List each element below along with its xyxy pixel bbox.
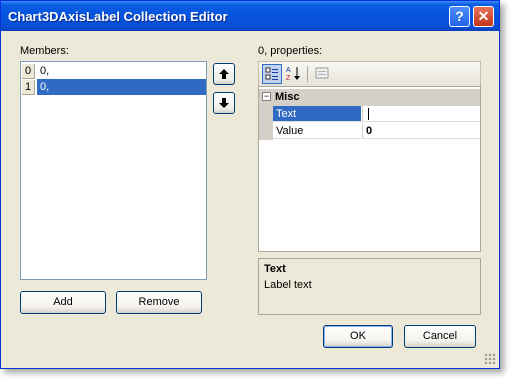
help-button[interactable]: ? [449, 6, 470, 27]
property-row-text[interactable]: Text [259, 106, 480, 123]
list-item-selected[interactable]: 1 0, [21, 79, 206, 95]
collection-editor-dialog: Chart3DAxisLabel Collection Editor ? ✕ M… [0, 0, 500, 369]
toolbar-separator [307, 66, 308, 82]
description-title: Text [264, 263, 286, 275]
property-pages-button[interactable] [312, 64, 332, 84]
property-grid: − Misc Text Value 0 [258, 86, 481, 252]
list-item-index: 1 [22, 80, 35, 95]
svg-text:A: A [286, 67, 291, 74]
property-name[interactable]: Text [273, 106, 361, 122]
text-caret [368, 108, 369, 120]
close-icon: ✕ [477, 8, 490, 24]
window-title: Chart3DAxisLabel Collection Editor [8, 9, 228, 24]
categorized-icon [265, 67, 278, 80]
alphabetical-icon: A Z [286, 67, 300, 82]
properties-label: 0, properties: [258, 45, 323, 57]
property-value[interactable]: 0 [362, 123, 480, 139]
help-icon: ? [455, 8, 464, 24]
list-item[interactable]: 0 0, [21, 63, 206, 79]
property-description-panel: Text Label text [258, 258, 481, 315]
category-label: Misc [275, 91, 300, 103]
ok-button[interactable]: OK [323, 325, 393, 348]
close-button[interactable]: ✕ [473, 6, 494, 27]
list-item-index: 0 [22, 64, 35, 79]
arrow-up-icon [219, 69, 229, 79]
collapse-icon[interactable]: − [262, 92, 271, 101]
category-row-misc[interactable]: − Misc [259, 89, 480, 106]
property-pages-icon [315, 67, 329, 79]
list-item-text: 0, [40, 65, 50, 77]
property-value-input[interactable] [362, 106, 480, 122]
alphabetical-button[interactable]: A Z [284, 64, 304, 84]
arrow-down-icon [219, 98, 229, 108]
members-label: Members: [20, 45, 69, 57]
members-list[interactable]: 0 0, 1 0, [20, 61, 207, 280]
property-grid-toolbar: A Z [258, 61, 481, 86]
move-down-button[interactable] [213, 92, 235, 114]
row-margin [259, 123, 273, 140]
svg-text:Z: Z [286, 75, 291, 81]
description-text: Label text [264, 279, 312, 291]
add-button[interactable]: Add [20, 291, 106, 314]
move-up-button[interactable] [213, 63, 235, 85]
property-row-value[interactable]: Value 0 [259, 123, 480, 140]
cancel-button[interactable]: Cancel [404, 325, 476, 348]
row-margin [259, 106, 273, 123]
title-bar[interactable]: Chart3DAxisLabel Collection Editor ? ✕ [1, 1, 499, 31]
categorized-button[interactable] [262, 64, 282, 84]
list-item-text: 0, [37, 79, 206, 95]
property-name[interactable]: Value [273, 123, 361, 139]
remove-button[interactable]: Remove [116, 291, 202, 314]
resize-grip-icon[interactable] [484, 353, 496, 365]
